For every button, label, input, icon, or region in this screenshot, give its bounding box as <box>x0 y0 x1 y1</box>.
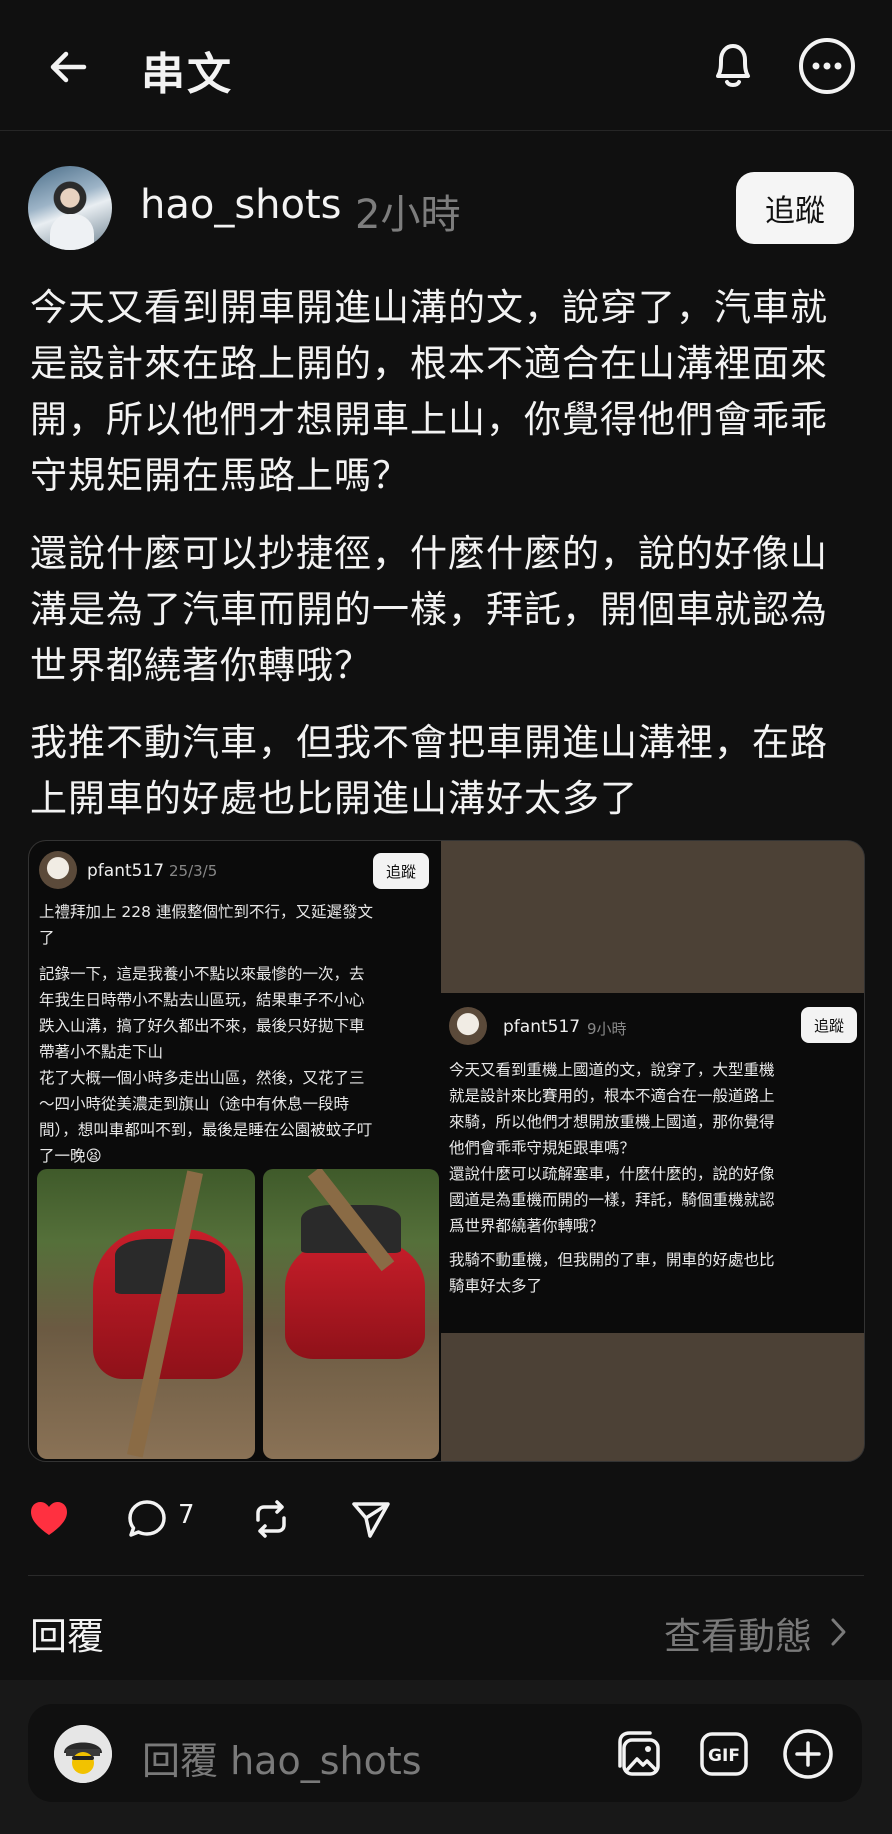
post-paragraph: 今天又看到開車開進山溝的文，說穿了，汽車就是設計來在路上開的，根本不適合在山溝裡… <box>30 286 828 497</box>
car-photo <box>37 1169 255 1459</box>
add-icon[interactable] <box>780 1726 836 1782</box>
chevron-right-icon[interactable] <box>828 1612 850 1652</box>
embedded-username: pfant517 <box>503 1017 581 1037</box>
embedded-username: pfant517 <box>87 861 165 881</box>
heart-icon[interactable] <box>28 1498 70 1540</box>
embedded-time: 9小時 <box>587 1020 627 1038</box>
divider <box>28 1575 864 1576</box>
embedded-follow-button: 追蹤 <box>801 1007 857 1043</box>
follow-button[interactable]: 追蹤 <box>736 172 854 244</box>
post-paragraph: 我推不動汽車，但我不會把車開進山溝裡，在路上開車的好處也比開進山溝好太多了 <box>30 721 828 820</box>
view-activity-link[interactable]: 查看動態 <box>664 1606 812 1660</box>
bell-icon[interactable] <box>704 36 762 94</box>
embedded-right-text: 今天又看到重機上國道的文，說穿了，大型重機 就是設計來比賽用的，根本不適合在一般… <box>449 1061 775 1295</box>
embedded-follow-button: 追蹤 <box>373 853 429 889</box>
replies-heading: 回覆 <box>30 1615 104 1658</box>
more-options-icon[interactable] <box>797 36 857 96</box>
my-avatar <box>54 1725 112 1783</box>
author-avatar[interactable] <box>28 166 112 250</box>
share-icon[interactable] <box>350 1498 392 1540</box>
embedded-left-text: 上禮拜加上 228 連假整個忙到不行，又延遲發文 了 記錄一下，這是我養小不點以… <box>39 903 373 1165</box>
comment-icon[interactable] <box>126 1498 168 1540</box>
author-username[interactable]: hao_shots <box>140 182 342 228</box>
embedded-avatar <box>39 851 77 889</box>
embedded-time: 25/3/5 <box>169 862 218 880</box>
post-time: 2小時 <box>355 192 461 238</box>
gallery-icon[interactable] <box>612 1726 668 1782</box>
reply-input[interactable]: 回覆 hao_shots <box>142 1730 422 1785</box>
back-arrow-icon[interactable] <box>44 42 94 92</box>
svg-text:GIF: GIF <box>708 1746 740 1766</box>
page-title: 串文 <box>141 49 233 100</box>
embedded-avatar <box>449 1007 487 1045</box>
post-paragraph: 還說什麼可以抄捷徑，什麼什麼的，說的好像山溝是為了汽車而開的一樣，拜託，開個車就… <box>30 532 828 687</box>
embedded-left-post: pfant517 25/3/5 追蹤 上禮拜加上 228 連假整個忙到不行，又延… <box>29 841 441 1461</box>
car-photo <box>263 1169 439 1459</box>
comment-count: 7 <box>178 1500 195 1530</box>
gif-icon[interactable]: GIF <box>696 1726 752 1782</box>
post-image[interactable]: pfant517 25/3/5 追蹤 上禮拜加上 228 連假整個忙到不行，又延… <box>28 840 865 1462</box>
embedded-right-post: pfant517 9小時 追蹤 今天又看到重機上國道的文，說穿了，大型重機 就是… <box>441 993 864 1333</box>
action-row <box>0 1498 892 1540</box>
repost-icon[interactable] <box>250 1498 292 1540</box>
top-bar: 串文 <box>0 0 892 131</box>
